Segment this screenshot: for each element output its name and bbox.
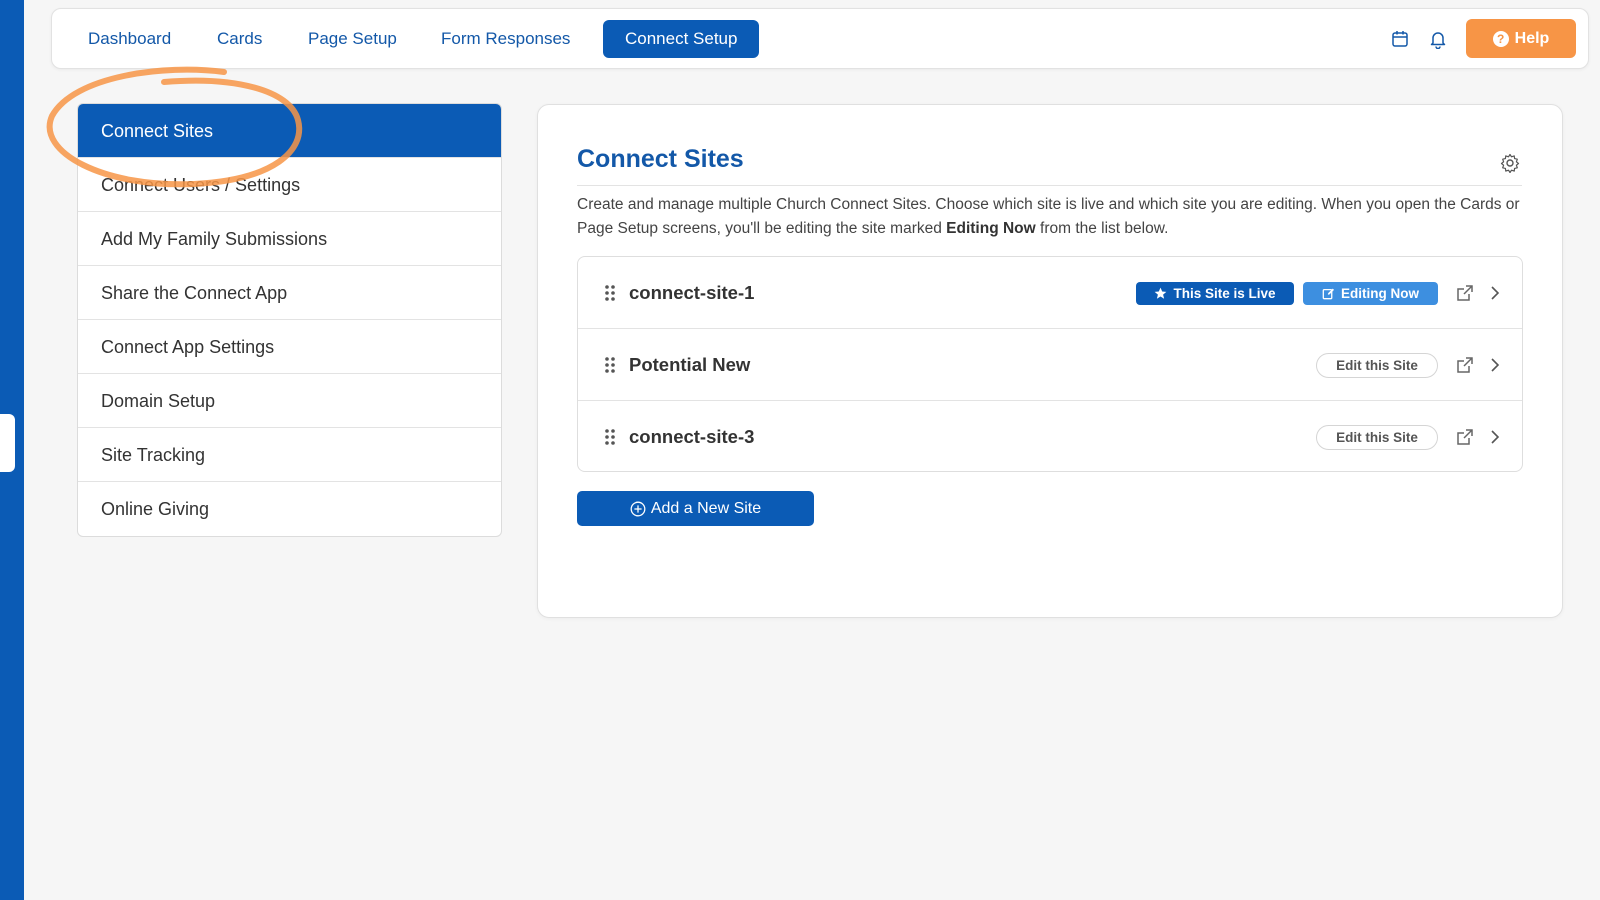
editing-badge-label: Editing Now <box>1341 286 1419 301</box>
gear-icon[interactable] <box>1500 153 1520 173</box>
edit-site-button[interactable]: Edit this Site <box>1316 425 1438 450</box>
tab-connect-setup[interactable]: Connect Setup <box>603 20 760 58</box>
site-name: Potential New <box>629 354 751 375</box>
live-badge-label: This Site is Live <box>1173 286 1276 301</box>
site-name: connect-site-1 <box>629 282 755 303</box>
sidebar-item-connect-app-settings[interactable]: Connect App Settings <box>78 320 501 374</box>
site-name: connect-site-3 <box>629 426 755 447</box>
site-list: connect-site-1 This Site is Live Editing… <box>577 256 1523 472</box>
chevron-right-icon[interactable] <box>1489 429 1501 445</box>
sidebar-item-add-my-family-submissions[interactable]: Add My Family Submissions <box>78 212 501 266</box>
setup-sidebar-menu: Connect Sites Connect Users / Settings A… <box>77 103 502 537</box>
external-link-icon[interactable] <box>1455 283 1475 303</box>
tab-cards[interactable]: Cards <box>195 20 284 58</box>
edit-icon <box>1322 288 1335 300</box>
drag-handle-icon[interactable] <box>604 357 616 373</box>
site-row[interactable]: Potential New Edit this Site <box>578 329 1522 401</box>
site-row[interactable]: connect-site-3 Edit this Site <box>578 401 1522 471</box>
add-site-label: Add a New Site <box>650 499 762 517</box>
add-new-site-button[interactable]: Add a New Site <box>577 491 814 526</box>
external-link-icon[interactable] <box>1455 427 1475 447</box>
rail-toggle-tab[interactable] <box>0 414 15 472</box>
title-divider <box>577 185 1522 186</box>
description-emphasis: Editing Now <box>946 220 1036 237</box>
external-link-icon[interactable] <box>1455 355 1475 375</box>
plus-circle-icon <box>630 501 646 516</box>
sidebar-item-share-connect-app[interactable]: Share the Connect App <box>78 266 501 320</box>
help-button-label: Help <box>1514 29 1550 47</box>
calendar-icon[interactable] <box>1390 29 1410 49</box>
site-row[interactable]: connect-site-1 This Site is Live Editing… <box>578 257 1522 329</box>
page-description: Create and manage multiple Church Connec… <box>577 193 1522 241</box>
edit-site-button[interactable]: Edit this Site <box>1316 353 1438 378</box>
top-navigation: Dashboard Cards Page Setup Form Response… <box>51 8 1589 69</box>
description-text-end: from the list below. <box>1035 220 1169 237</box>
sidebar-item-online-giving[interactable]: Online Giving <box>78 482 501 536</box>
drag-handle-icon[interactable] <box>604 285 616 301</box>
tab-page-setup[interactable]: Page Setup <box>286 20 419 58</box>
sidebar-item-domain-setup[interactable]: Domain Setup <box>78 374 501 428</box>
chevron-right-icon[interactable] <box>1489 357 1501 373</box>
chevron-right-icon[interactable] <box>1489 285 1501 301</box>
live-site-badge[interactable]: This Site is Live <box>1136 282 1294 305</box>
tab-dashboard[interactable]: Dashboard <box>66 20 193 58</box>
star-icon <box>1155 287 1167 299</box>
connect-sites-panel: Connect Sites Create and manage multiple… <box>537 104 1563 618</box>
tab-form-responses[interactable]: Form Responses <box>419 20 592 58</box>
question-circle-icon: ? <box>1492 30 1509 47</box>
editing-now-badge[interactable]: Editing Now <box>1303 282 1438 305</box>
drag-handle-icon[interactable] <box>604 429 616 445</box>
help-button[interactable]: ? Help <box>1466 19 1576 58</box>
page-title: Connect Sites <box>577 145 744 173</box>
sidebar-item-site-tracking[interactable]: Site Tracking <box>78 428 501 482</box>
sidebar-item-connect-sites[interactable]: Connect Sites <box>78 104 501 158</box>
bell-icon[interactable] <box>1428 29 1448 49</box>
sidebar-item-connect-users-settings[interactable]: Connect Users / Settings <box>78 158 501 212</box>
